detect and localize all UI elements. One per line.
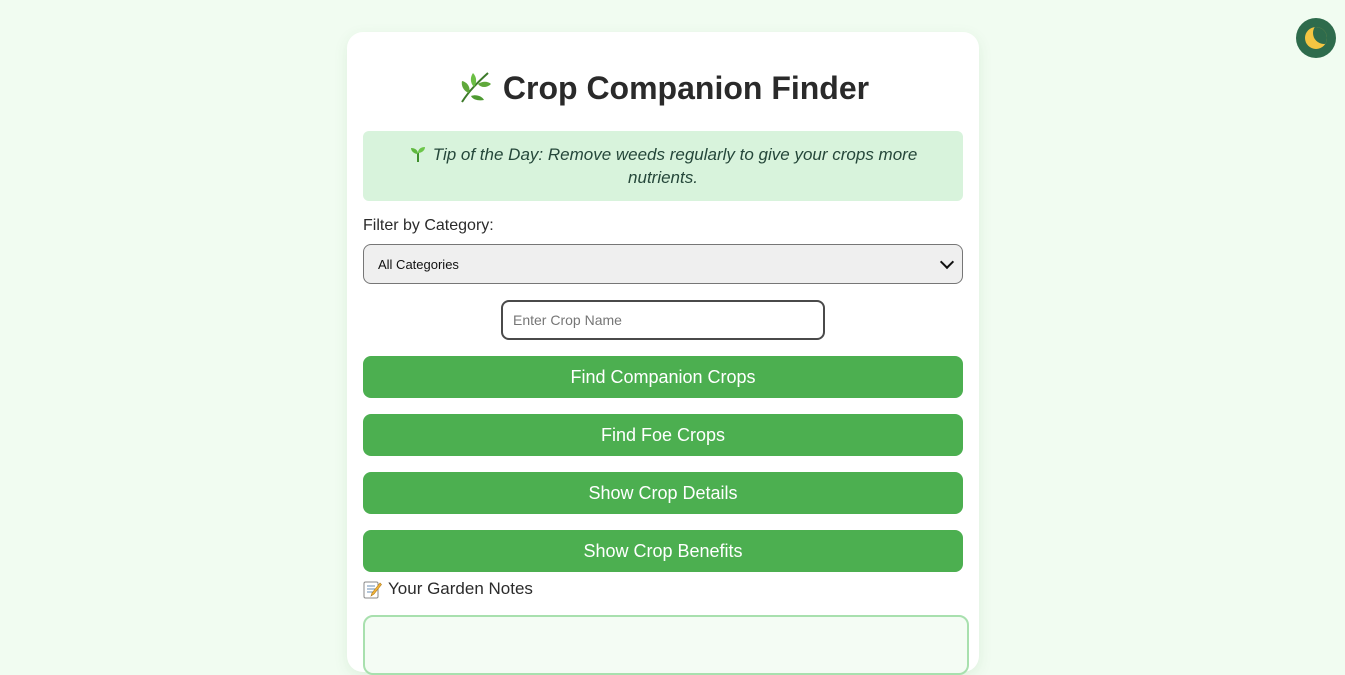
filter-label: Filter by Category: <box>363 217 494 234</box>
find-foe-button[interactable]: Find Foe Crops <box>363 414 963 456</box>
tip-text: Tip of the Day: Remove weeds regularly t… <box>432 145 918 187</box>
page-title: Crop Companion Finder <box>347 68 979 108</box>
find-companion-button[interactable]: Find Companion Crops <box>363 356 963 398</box>
theme-toggle-button[interactable] <box>1296 18 1336 58</box>
category-select[interactable]: All Categories <box>363 244 963 284</box>
sprout-icon <box>410 147 425 162</box>
page-title-text: Crop Companion Finder <box>502 70 870 106</box>
garden-notes-textarea[interactable] <box>363 615 969 675</box>
moon-icon <box>1305 27 1327 49</box>
chevron-down-icon <box>939 254 955 270</box>
show-details-button[interactable]: Show Crop Details <box>363 472 963 514</box>
notes-label: Your Garden Notes <box>363 579 533 599</box>
notes-label-text: Your Garden Notes <box>388 579 533 598</box>
tip-of-the-day: Tip of the Day: Remove weeds regularly t… <box>363 131 963 201</box>
memo-icon <box>363 581 382 598</box>
category-select-value: All Categories <box>378 256 459 272</box>
main-card: Crop Companion Finder Tip of the Day: Re… <box>347 32 979 675</box>
show-benefits-button[interactable]: Show Crop Benefits <box>363 530 963 572</box>
crop-name-input[interactable] <box>501 300 825 340</box>
leaf-icon <box>461 72 491 103</box>
